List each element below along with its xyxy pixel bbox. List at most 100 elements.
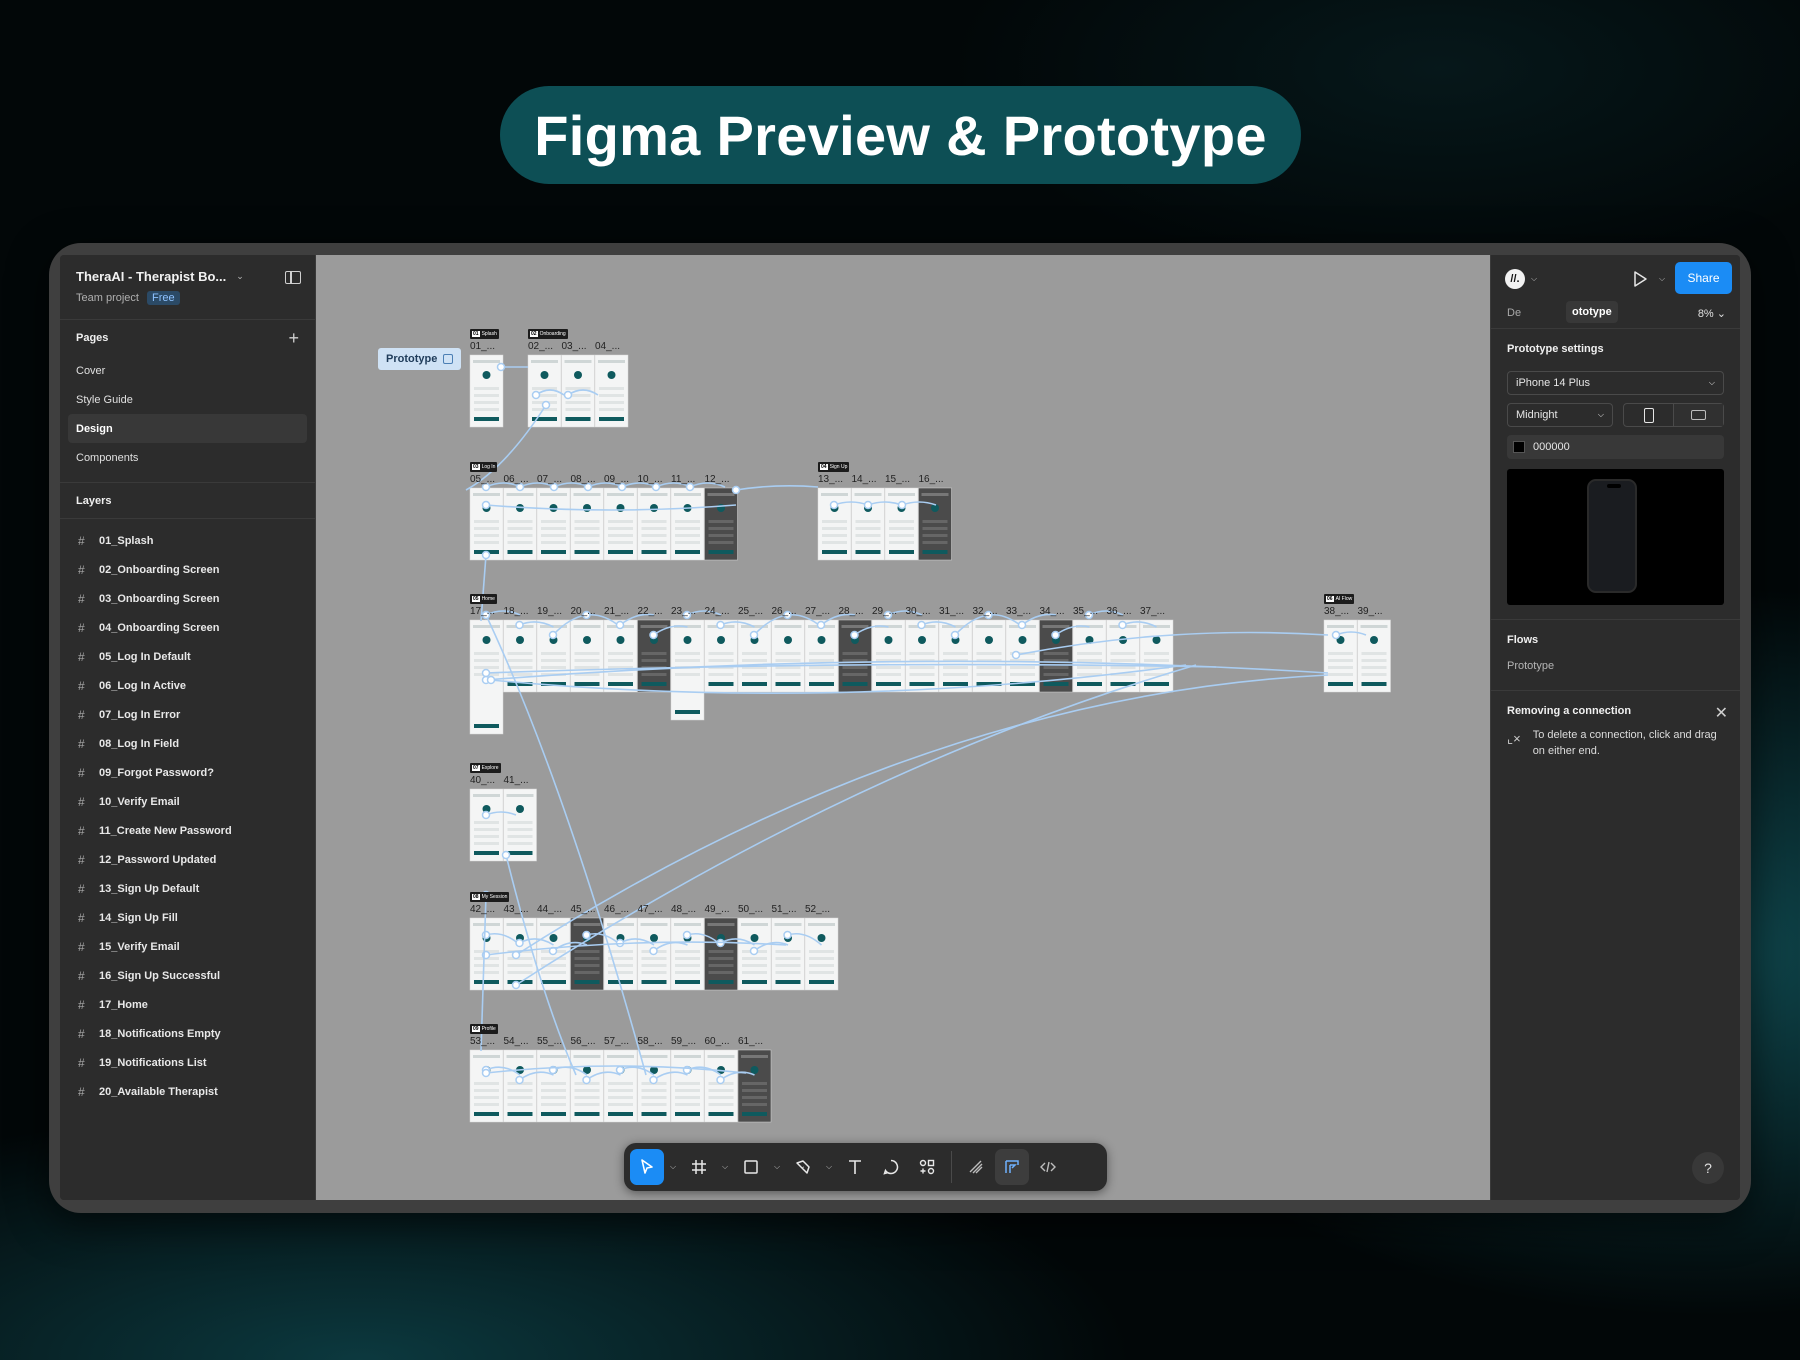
connection-handle[interactable] [749,630,759,640]
shape-tool-button[interactable] [734,1149,768,1185]
connection-handle[interactable] [615,1065,625,1075]
section-tag[interactable]: 02 Onboarding [528,329,568,339]
connection-handle[interactable] [731,485,741,495]
screen-frame[interactable] [603,619,638,693]
page-item-cover[interactable]: Cover [60,356,315,385]
color-swatch[interactable] [1513,441,1525,453]
zoom-level[interactable]: 8% ⌄ [1698,307,1726,320]
screen-frame[interactable] [871,619,906,693]
screen-frame[interactable] [603,487,638,561]
screen-frame[interactable] [670,619,705,721]
connection-handle[interactable] [1331,630,1341,640]
draw-mode-button[interactable] [959,1149,993,1185]
section-tag[interactable]: 04 Sign Up [818,462,850,472]
page-item-design[interactable]: Design [68,414,307,443]
chevron-down-icon[interactable]: ⌄ [236,271,244,282]
layer-item[interactable]: #15_Verify Email [60,932,315,961]
layer-item[interactable]: #06_Log In Active [60,671,315,700]
close-icon[interactable]: ✕ [1715,703,1728,723]
connection-handle[interactable] [481,810,491,820]
section-tag[interactable]: 09 Profile [470,1024,498,1034]
screen-frame[interactable] [536,487,571,561]
connection-handle[interactable] [850,630,859,640]
model-select[interactable]: Midnight ⌵ [1507,403,1613,427]
screen-frame[interactable] [972,619,1006,693]
connection-handle[interactable] [481,930,491,940]
chevron-down-icon[interactable]: ⌵ [666,1149,680,1185]
connection-handle[interactable] [481,1068,491,1078]
connection-handle[interactable] [1118,620,1127,630]
layer-item[interactable]: #19_Notifications List [60,1048,315,1077]
help-button[interactable]: ? [1692,1152,1724,1184]
chevron-down-icon[interactable]: ⌵ [718,1149,732,1185]
frame-tool-button[interactable] [682,1149,716,1185]
dev-mode-button[interactable] [1031,1149,1065,1185]
layer-item[interactable]: #20_Available Therapist [60,1077,315,1106]
layer-item[interactable]: #18_Notifications Empty [60,1019,315,1048]
connection-handle[interactable] [515,938,524,948]
screen-frame[interactable] [1072,619,1107,693]
connection-handle[interactable] [531,390,541,400]
connection-handle[interactable] [716,620,725,630]
connection-handle[interactable] [481,550,491,560]
layer-item[interactable]: #01_Splash [60,526,315,555]
screen-frame[interactable] [503,788,537,862]
screen-frame[interactable] [704,1049,738,1123]
connection-handle[interactable] [511,980,521,990]
present-play-icon[interactable] [1631,270,1649,288]
connection-handle[interactable] [682,930,692,940]
screen-frame[interactable] [771,917,805,991]
layer-item[interactable]: #05_Log In Default [60,642,315,671]
layer-item[interactable]: #02_Onboarding Screen [60,555,315,584]
connection-handle[interactable] [950,630,960,640]
screen-frame[interactable] [670,487,705,561]
screen-frame[interactable] [804,619,839,693]
pen-tool-button[interactable] [786,1149,820,1185]
screen-frame[interactable] [851,487,885,561]
screen-frame[interactable] [603,1049,638,1123]
connection-handle[interactable] [481,500,491,510]
layer-item[interactable]: #11_Create New Password [60,816,315,845]
file-name[interactable]: TheraAI - Therapist Bo... [76,269,226,284]
layer-item[interactable]: #09_Forgot Password? [60,758,315,787]
comment-tool-button[interactable] [874,1149,908,1185]
screen-frame[interactable] [1323,619,1358,693]
chevron-down-icon[interactable]: ⌵ [1531,274,1537,284]
screen-frame[interactable] [804,917,839,991]
screen-frame[interactable] [570,487,604,561]
flow-start-label[interactable]: Prototype [378,348,462,370]
connection-handle[interactable] [541,400,551,410]
connection-handle[interactable] [563,390,573,400]
avatar[interactable]: //. [1505,269,1525,289]
layer-item[interactable]: #16_Sign Up Successful [60,961,315,990]
layer-item[interactable]: #03_Onboarding Screen [60,584,315,613]
background-color-field[interactable]: 000000 [1507,435,1724,459]
connection-handle[interactable] [917,620,926,630]
connection-handle[interactable] [649,1075,658,1085]
screen-frame[interactable] [1357,619,1391,693]
connection-handle[interactable] [515,1075,524,1085]
screen-frame[interactable] [536,1049,571,1123]
screen-frame[interactable] [503,1049,537,1123]
screen-frame[interactable] [1106,619,1140,693]
add-page-icon[interactable]: + [288,329,299,347]
connection-handle[interactable] [496,362,506,372]
connection-handle[interactable] [897,500,907,510]
sidebar-toggle-icon[interactable] [285,271,301,284]
portrait-button[interactable] [1624,404,1673,426]
screen-frame[interactable] [704,619,738,693]
screen-frame[interactable] [670,1049,705,1123]
connection-handle[interactable] [582,930,591,940]
page-item-style-guide[interactable]: Style Guide [60,385,315,414]
connection-handle[interactable] [649,946,658,956]
prototype-mode-button[interactable] [995,1149,1029,1185]
connection-handle[interactable] [615,620,625,630]
share-button[interactable]: Share [1675,262,1732,294]
screen-frame[interactable] [771,619,805,693]
connection-handle[interactable] [481,668,491,678]
connection-handle[interactable] [863,500,873,510]
connection-handle[interactable] [1017,620,1027,630]
actions-tool-button[interactable] [910,1149,944,1185]
screen-frame[interactable] [905,619,939,693]
screen-frame[interactable] [570,1049,604,1123]
